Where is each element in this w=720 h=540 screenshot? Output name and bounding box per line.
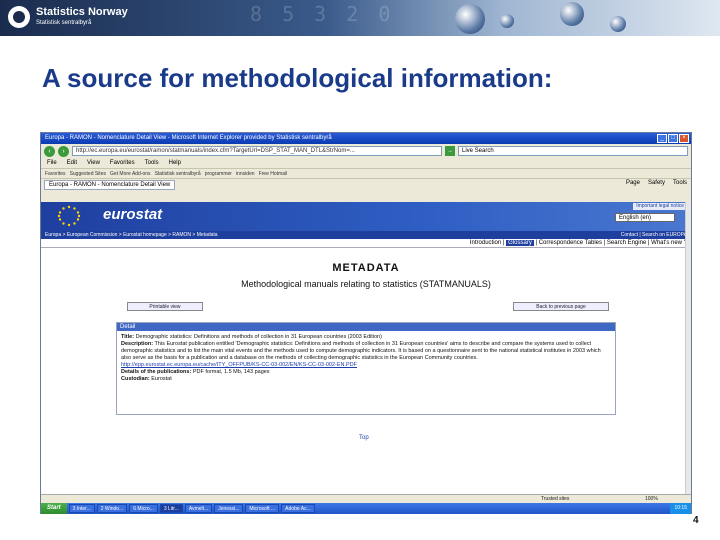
top-link[interactable]: Top [359, 435, 369, 441]
address-toolbar: ‹ › http://ec.europa.eu/eurostat/ramon/s… [41, 144, 691, 158]
menu-help[interactable]: Help [169, 158, 181, 168]
metadata-heading: METADATA [332, 262, 400, 274]
security-zone: Trusted sites [541, 496, 570, 502]
detail-panel: Detail Title: Demographic statistics: De… [116, 322, 616, 415]
detail-custodian-row: Custodian: Eurostat [121, 376, 611, 383]
title-label: Title: [121, 334, 135, 340]
menu-view[interactable]: View [87, 158, 100, 168]
favorites-bar: Favorites Suggested Sites Get More Add-o… [41, 169, 691, 179]
description-value: This Eurostat publication entitled 'Demo… [121, 341, 601, 361]
molecule-decoration [560, 2, 584, 26]
legal-notice-link[interactable]: Important legal notice [633, 203, 687, 210]
subnav-glossary[interactable]: Glossary [506, 240, 534, 246]
subnav-whats-new[interactable]: What's new ? [651, 240, 687, 246]
menu-tools[interactable]: Tools [145, 158, 159, 168]
detail-header: Detail [117, 323, 615, 331]
taskbar-item-active[interactable]: 3 Litr... [159, 504, 183, 513]
taskbar-item[interactable]: 2 Windo... [96, 504, 128, 513]
details-value: PDF format, 1.5 Mb, 143 pages [192, 369, 270, 375]
menu-bar: File Edit View Favorites Tools Help [41, 158, 691, 169]
subnav-search-engine[interactable]: Search Engine [607, 240, 646, 246]
maximize-icon[interactable]: □ [668, 134, 678, 143]
detail-details-row: Details of the publications: PDF format,… [121, 369, 611, 376]
back-to-previous-button[interactable]: Back to previous page [513, 302, 609, 311]
favorites-link[interactable]: Statistisk sentralbyrå [155, 169, 201, 178]
printable-view-button[interactable]: Printable view [127, 302, 203, 311]
taskbar-item[interactable]: 6 Micro... [129, 504, 158, 513]
go-icon[interactable]: → [445, 146, 455, 156]
eurostat-logo[interactable]: eurostat [103, 206, 162, 223]
molecule-decoration [455, 4, 485, 34]
minimize-icon[interactable]: _ [657, 134, 667, 143]
taskbar-item[interactable]: Avmelt... [184, 504, 213, 513]
custodian-label: Custodian: [121, 376, 150, 382]
zoom-level[interactable]: 100% [645, 495, 658, 503]
title-value: Demographic statistics: Definitions and … [135, 334, 382, 340]
search-input[interactable]: Live Search [458, 146, 688, 156]
eurostat-header: eurostat Important legal notice English … [41, 202, 691, 231]
browser-window: Europa - RAMON - Nomenclature Detail Vie… [40, 132, 692, 514]
tab-bar: Europa - RAMON - Nomenclature Detail Vie… [41, 179, 691, 190]
safety-menu[interactable]: Safety [648, 180, 665, 186]
window-titlebar: Europa - RAMON - Nomenclature Detail Vie… [41, 133, 691, 144]
menu-favorites[interactable]: Favorites [110, 158, 135, 168]
command-bar: Page Safety Tools [626, 180, 687, 186]
favorites-link[interactable]: Free Hotmail [259, 169, 288, 178]
favorites-link[interactable]: innsiden [236, 169, 255, 178]
slide-header-banner: Statistics Norway Statistisk sentralbyrå… [0, 0, 720, 36]
tab-ramon[interactable]: Europa - RAMON - Nomenclature Detail Vie… [44, 179, 176, 190]
breadcrumb: Europa > European Commission > Eurostat … [41, 231, 691, 239]
breadcrumb-right-links[interactable]: Contact | Search on EUROPA [621, 231, 687, 239]
description-label: Description: [121, 341, 154, 347]
detail-description-row: Description: This Eurostat publication e… [121, 341, 611, 362]
metadata-subheading: Methodological manuals relating to stati… [241, 279, 491, 289]
molecule-decoration [610, 16, 626, 32]
favorites-link[interactable]: Get More Add-ons [110, 169, 151, 178]
ramon-subnav: Introduction | Glossary | Correspondence… [41, 239, 691, 248]
eu-flag-icon [57, 205, 81, 227]
decor-digits: 8 5 3 2 0 [250, 2, 395, 26]
subnav-introduction[interactable]: Introduction [470, 240, 501, 246]
brand-subtitle: Statistisk sentralbyrå [36, 20, 92, 26]
breadcrumb-path[interactable]: Europa > European Commission > Eurostat … [45, 232, 218, 238]
system-clock: 10:15 [670, 503, 691, 514]
publication-url-link[interactable]: http://epp.eurostat.ec.europa.eu/cache/I… [121, 362, 611, 369]
window-title: Europa - RAMON - Nomenclature Detail Vie… [45, 135, 332, 141]
page-menu[interactable]: Page [626, 180, 640, 186]
molecule-decoration [500, 14, 514, 28]
detail-title-row: Title: Demographic statistics: Definitio… [121, 334, 611, 341]
close-icon[interactable]: × [679, 134, 689, 143]
details-label: Details of the publications: [121, 369, 192, 375]
slide-page-number: 4 [693, 515, 699, 526]
taskbar: Start 3 Inter... 2 Windo... 6 Micro... 3… [41, 503, 691, 514]
forward-icon[interactable]: › [58, 145, 69, 157]
favorites-link[interactable]: Favorites [45, 169, 66, 178]
window-controls: _ □ × [657, 134, 689, 143]
detail-body: Title: Demographic statistics: Definitio… [117, 331, 615, 386]
taskbar-item[interactable]: Adobe Ac... [281, 504, 315, 513]
custodian-value: Eurostat [151, 376, 172, 382]
status-bar: Trusted sites 100% [41, 494, 691, 503]
menu-file[interactable]: File [47, 158, 57, 168]
ssb-logo-icon [8, 6, 30, 28]
language-select[interactable]: English (en) [615, 213, 675, 222]
subnav-correspondence[interactable]: Correspondence Tables [539, 240, 602, 246]
taskbar-item[interactable]: Jenessi... [214, 504, 244, 513]
menu-edit[interactable]: Edit [67, 158, 77, 168]
vertical-scrollbar[interactable] [685, 202, 691, 494]
favorites-link[interactable]: Suggested Sites [70, 169, 106, 178]
start-button[interactable]: Start [41, 503, 67, 514]
back-icon[interactable]: ‹ [44, 145, 55, 157]
tools-menu[interactable]: Tools [673, 180, 687, 186]
favorites-link[interactable]: programmer [205, 169, 232, 178]
brand-name: Statistics Norway [36, 6, 128, 18]
web-page: eurostat Important legal notice English … [41, 202, 691, 494]
address-input[interactable]: http://ec.europa.eu/eurostat/ramon/statm… [72, 146, 442, 156]
taskbar-item[interactable]: Microsoft ... [245, 504, 280, 513]
taskbar-item[interactable]: 3 Inter... [68, 504, 95, 513]
slide-title: A source for methodological information: [42, 63, 553, 93]
